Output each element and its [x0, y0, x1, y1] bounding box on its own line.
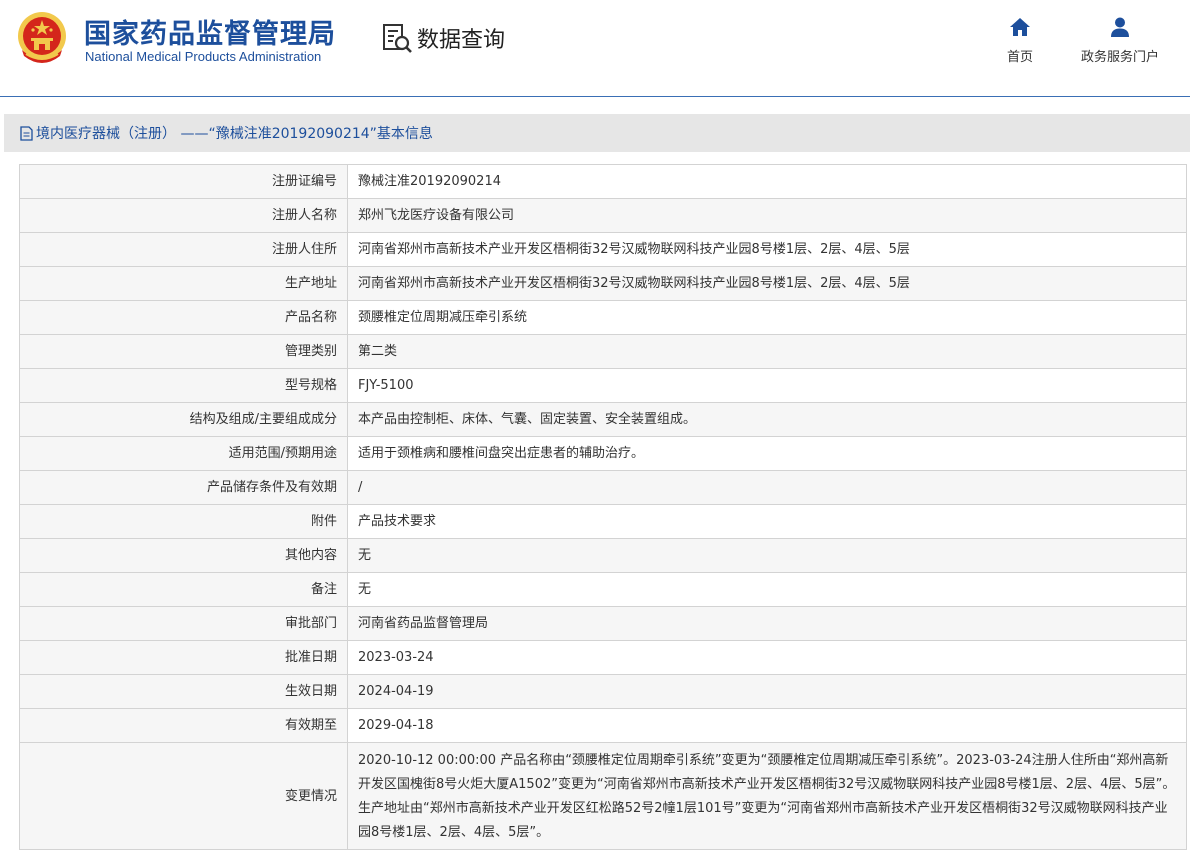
table-row: 其他内容无 — [19, 538, 1187, 573]
field-value: 2029-04-18 — [347, 708, 1187, 743]
table-row: 注册人住所 河南省郑州市高新技术产业开发区梧桐街32号汉威物联网科技产业园8号楼1… — [19, 232, 1187, 267]
table-row: 管理类别 第二类 — [19, 334, 1187, 369]
field-label: 审批部门 — [19, 606, 348, 641]
field-value: 河南省药品监督管理局 — [347, 606, 1187, 641]
site-header: 国家药品监督管理局 National Medical Products Admi… — [0, 0, 1190, 97]
field-label: 其他内容 — [19, 538, 348, 573]
document-icon — [20, 125, 33, 141]
table-row: 注册证编号 豫械注准20192090214 — [19, 164, 1187, 199]
table-row: 结构及组成/主要组成成分 本产品由控制柜、床体、气囊、固定装置、安全装置组成。 — [19, 402, 1187, 437]
table-row: 备注无 — [19, 572, 1187, 607]
field-label: 产品名称 — [19, 300, 348, 335]
info-table-body: 注册证编号 豫械注准20192090214 注册人名称 郑州飞龙医疗设备有限公司 注… — [19, 164, 1187, 850]
field-value: 颈腰椎定位周期减压牵引系统 — [347, 300, 1187, 335]
field-value: 第二类 — [347, 334, 1187, 369]
field-value: 产品技术要求 — [347, 504, 1187, 539]
field-label: 注册人名称 — [19, 198, 348, 233]
field-value: 郑州飞龙医疗设备有限公司 — [347, 198, 1187, 233]
table-row: 型号规格 FJY-5100 — [19, 368, 1187, 403]
field-value: 河南省郑州市高新技术产业开发区梧桐街32号汉威物联网科技产业园8号楼1层、2层、… — [347, 266, 1187, 301]
table-row: 变更情况 2020-10-12 00:00:00 产品名称由“颈腰椎定位周期牵引系… — [19, 742, 1187, 850]
table-row: 产品名称 颈腰椎定位周期减压牵引系统 — [19, 300, 1187, 335]
field-label: 产品储存条件及有效期 — [19, 470, 348, 505]
table-row: 审批部门 河南省药品监督管理局 — [19, 606, 1187, 641]
data-query-label: 数据查询 — [417, 28, 506, 53]
field-label: 生效日期 — [19, 674, 348, 709]
org-name-cn: 国家药品监督管理局 — [84, 19, 336, 50]
field-label: 附件 — [19, 504, 348, 539]
field-value: FJY-5100 — [347, 368, 1187, 403]
document-search-icon — [383, 24, 412, 53]
field-value: 河南省郑州市高新技术产业开发区梧桐街32号汉威物联网科技产业园8号楼1层、2层、… — [347, 232, 1187, 267]
field-label: 适用范围/预期用途 — [19, 436, 348, 471]
field-value: 无 — [347, 572, 1187, 607]
data-query-link[interactable]: 数据查询 — [381, 22, 505, 54]
national-emblem-icon — [18, 12, 66, 63]
field-value: 2024-04-19 — [347, 674, 1187, 709]
field-label: 管理类别 — [19, 334, 348, 369]
nav-home[interactable]: 首页 — [970, 16, 1070, 65]
table-row: 生效日期 2024-04-19 — [19, 674, 1187, 709]
field-label: 结构及组成/主要组成成分 — [19, 402, 348, 437]
field-value: 2020-10-12 00:00:00 产品名称由“颈腰椎定位周期牵引系统”变更… — [347, 742, 1187, 850]
table-row: 生产地址 河南省郑州市高新技术产业开发区梧桐街32号汉威物联网科技产业园8号楼1层… — [19, 266, 1187, 301]
home-icon — [1010, 18, 1030, 36]
user-icon — [1111, 17, 1129, 37]
table-row: 适用范围/预期用途 适用于颈椎病和腰椎间盘突出症患者的辅助治疗。 — [19, 436, 1187, 471]
field-value: / — [347, 470, 1187, 505]
field-label: 注册证编号 — [19, 164, 348, 199]
field-value: 2023-03-24 — [347, 640, 1187, 675]
table-row: 注册人名称 郑州飞龙医疗设备有限公司 — [19, 198, 1187, 233]
field-value: 无 — [347, 538, 1187, 573]
field-value: 本产品由控制柜、床体、气囊、固定装置、安全装置组成。 — [347, 402, 1187, 437]
field-value: 豫械注准20192090214 — [347, 164, 1187, 199]
registration-info-table: 注册证编号 豫械注准20192090214 注册人名称 郑州飞龙医疗设备有限公司 注… — [19, 164, 1187, 850]
page-title-bar: 境内医疗器械（注册） ——“豫械注准20192090214”基本信息 — [4, 114, 1190, 152]
field-label: 批准日期 — [19, 640, 348, 675]
nav-home-label: 首页 — [1006, 50, 1033, 65]
org-name-en: National Medical Products Administration — [85, 49, 322, 64]
page-title: 境内医疗器械（注册） ——“豫械注准20192090214”基本信息 — [36, 126, 433, 142]
nav-service-portal-label: 政务服务门户 — [1080, 50, 1159, 65]
table-row: 有效期至 2029-04-18 — [19, 708, 1187, 743]
nav-service-portal[interactable]: 政务服务门户 — [1070, 16, 1170, 65]
table-row: 批准日期 2023-03-24 — [19, 640, 1187, 675]
field-label: 有效期至 — [19, 708, 348, 743]
field-label: 注册人住所 — [19, 232, 348, 267]
field-label: 生产地址 — [19, 266, 348, 301]
field-label: 变更情况 — [19, 742, 348, 850]
table-row: 附件 产品技术要求 — [19, 504, 1187, 539]
field-label: 型号规格 — [19, 368, 348, 403]
field-label: 备注 — [19, 572, 348, 607]
field-value: 适用于颈椎病和腰椎间盘突出症患者的辅助治疗。 — [347, 436, 1187, 471]
table-row: 产品储存条件及有效期 / — [19, 470, 1187, 505]
